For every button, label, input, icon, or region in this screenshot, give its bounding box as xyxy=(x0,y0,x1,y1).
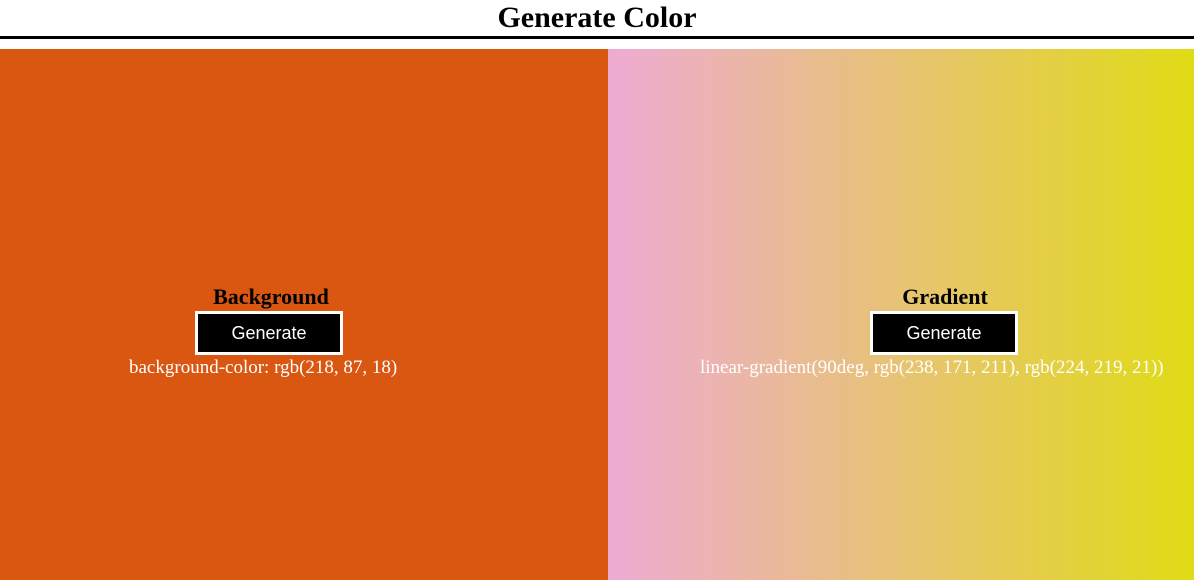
generate-background-button[interactable]: Generate xyxy=(195,311,343,355)
background-panel-title: Background xyxy=(213,284,329,309)
generate-gradient-button[interactable]: Generate xyxy=(870,311,1018,355)
page-title: Generate Color xyxy=(497,1,697,34)
gradient-panel: Gradient Generate linear-gradient(90deg,… xyxy=(608,49,1194,580)
gradient-value: linear-gradient(90deg, rgb(238, 171, 211… xyxy=(700,357,1164,378)
background-color-value: background-color: rgb(218, 87, 18) xyxy=(129,357,398,378)
gradient-panel-title: Gradient xyxy=(902,284,988,309)
header-divider xyxy=(0,36,1194,39)
page-header: Generate Color xyxy=(0,0,1194,36)
background-panel: Background Generate background-color: rg… xyxy=(0,49,608,580)
